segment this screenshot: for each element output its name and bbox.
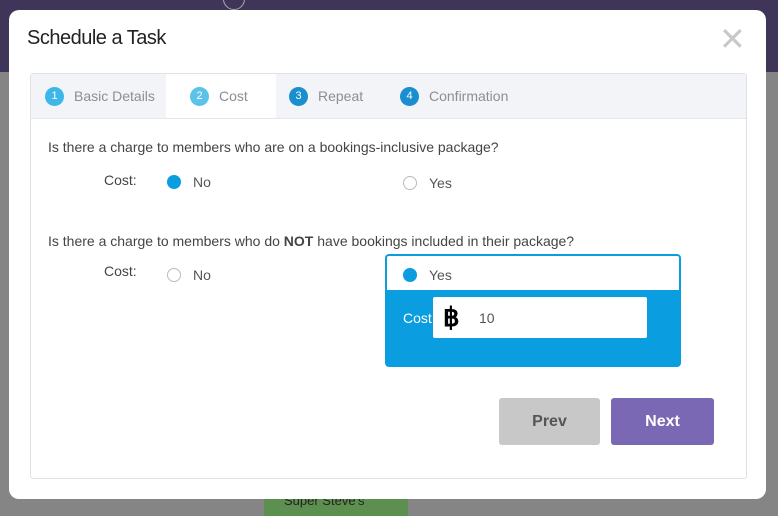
radio-unchecked-icon <box>167 268 181 282</box>
background-event: Super Steve's <box>264 498 408 516</box>
step-label: Confirmation <box>429 88 509 104</box>
modal-title: Schedule a Task <box>27 27 166 49</box>
next-button[interactable]: Next <box>611 398 714 445</box>
radio-label: No <box>193 174 211 190</box>
radio-unchecked-icon <box>403 176 417 190</box>
step-number: 4 <box>400 86 419 106</box>
step-number: 2 <box>190 86 209 106</box>
question-inclusive: Is there a charge to members who are on … <box>48 139 499 155</box>
cost-value[interactable]: 10 <box>479 310 495 326</box>
cost-input-label: Cost <box>403 310 432 326</box>
step-number: 3 <box>289 86 308 106</box>
cost-label: Cost: <box>104 172 137 188</box>
yes-cost-box: Yes Cost ฿ 10 <box>385 254 681 367</box>
q2-radio-no[interactable]: No <box>167 267 211 283</box>
q1-radio-no[interactable]: No <box>167 174 211 190</box>
radio-label: Yes <box>429 267 452 283</box>
wizard-panel: 1 Basic Details 2 Cost 3 Repeat 4 Confirmati… <box>30 73 747 479</box>
wizard-steps: 1 Basic Details 2 Cost 3 Repeat 4 Confirmati… <box>31 74 746 119</box>
radio-checked-icon <box>403 268 417 282</box>
prev-button[interactable]: Prev <box>499 398 600 445</box>
schedule-task-modal: Schedule a Task ✕ 1 Basic Details 2 Cost 3… <box>9 10 766 499</box>
question-not-included: Is there a charge to members who do NOT … <box>48 233 575 249</box>
close-icon[interactable]: ✕ <box>719 23 746 55</box>
cost-input[interactable]: ฿ 10 <box>433 297 647 338</box>
step-label: Basic Details <box>74 88 155 104</box>
q1-radio-yes[interactable]: Yes <box>403 175 452 191</box>
step-label: Cost <box>219 88 248 104</box>
radio-checked-icon <box>167 175 181 189</box>
header-circle <box>223 0 245 10</box>
step-basic-details[interactable]: 1 Basic Details <box>31 74 166 118</box>
cost-label: Cost: <box>104 263 137 279</box>
baht-currency-icon: ฿ <box>443 302 460 332</box>
radio-label: No <box>193 267 211 283</box>
step-label: Repeat <box>318 88 364 104</box>
step-number: 1 <box>45 86 64 106</box>
q2-radio-yes[interactable]: Yes <box>403 267 452 283</box>
event-label: Super Steve's <box>284 498 365 508</box>
step-cost[interactable]: 2 Cost <box>166 74 276 118</box>
radio-label: Yes <box>429 175 452 191</box>
step-confirmation[interactable]: 4 Confirmation <box>386 74 536 118</box>
step-repeat[interactable]: 3 Repeat <box>276 74 386 118</box>
